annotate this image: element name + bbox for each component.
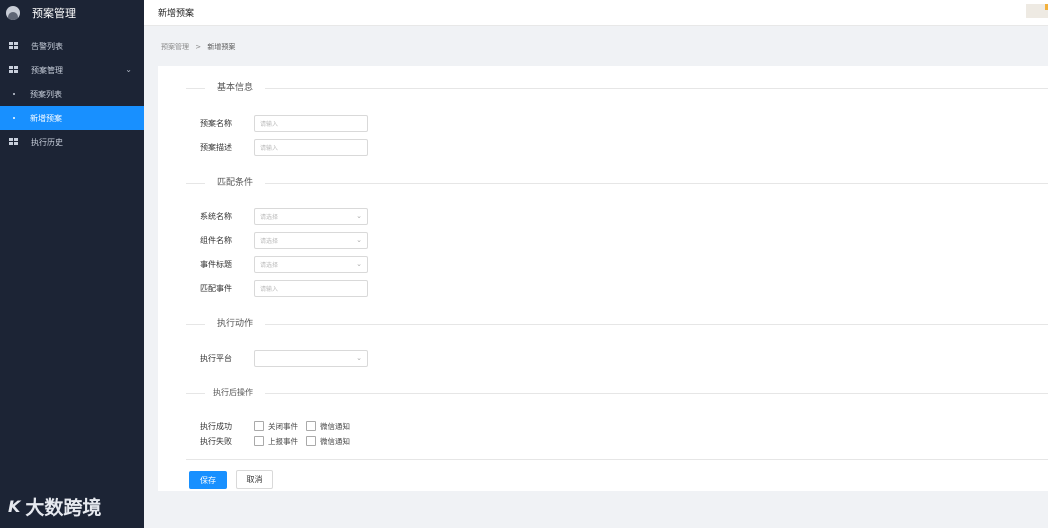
divider-line	[186, 183, 205, 184]
field-label: 组件名称	[200, 236, 232, 245]
sidebar-item-exec-history[interactable]: 执行历史	[0, 130, 144, 154]
divider-line	[265, 88, 1048, 89]
app-logo-icon	[6, 6, 20, 20]
field-match-event: 匹配事件 请输入	[200, 279, 368, 298]
divider-line	[265, 393, 1048, 394]
chevron-down-icon: ⌄	[356, 236, 362, 244]
section-title: 基本信息	[217, 83, 254, 93]
grid-icon	[9, 138, 18, 146]
after-ops-failure-row: 执行失败 上报事件 微信通知	[200, 435, 358, 447]
section-title: 执行动作	[217, 319, 254, 329]
section-basic-info: 基本信息	[186, 82, 1048, 94]
field-system-name: 系统名称 请选择 ⌄	[200, 207, 368, 226]
report-event-checkbox[interactable]: 上报事件	[254, 436, 298, 447]
checkbox-box[interactable]	[254, 421, 264, 431]
breadcrumb-separator: >	[195, 43, 202, 51]
after-ops-success-row: 执行成功 关闭事件 微信通知	[200, 420, 358, 432]
event-title-select[interactable]: 请选择 ⌄	[254, 256, 368, 273]
match-event-input[interactable]: 请输入	[254, 280, 368, 297]
close-event-checkbox[interactable]: 关闭事件	[254, 421, 298, 432]
breadcrumb-current: 新增预案	[207, 43, 236, 51]
system-name-select[interactable]: 请选择 ⌄	[254, 208, 368, 225]
plan-name-input[interactable]: 请输入	[254, 115, 368, 132]
field-event-title: 事件标题 请选择 ⌄	[200, 255, 368, 274]
brand-logo-icon: K	[8, 497, 20, 516]
sidebar-header: 预案管理	[0, 0, 144, 26]
sidebar-item-label: 预案列表	[30, 89, 62, 99]
field-plan-name: 预案名称 请输入	[200, 114, 368, 133]
page-title: 新增预案	[158, 9, 195, 19]
divider-line	[265, 183, 1048, 184]
top-bar: 新增预案	[144, 0, 1048, 26]
chevron-down-icon: ⌄	[356, 354, 362, 362]
wechat-notify-checkbox[interactable]: 微信通知	[306, 436, 350, 447]
chevron-down-icon: ⌄	[125, 65, 132, 74]
brand-watermark: K 大数跨境	[8, 493, 101, 520]
field-label: 执行成功	[200, 421, 232, 431]
section-exec-action: 执行动作	[186, 318, 1048, 330]
section-title: 匹配条件	[217, 178, 254, 188]
checkbox-box[interactable]	[306, 421, 316, 431]
breadcrumb-root[interactable]: 预案管理	[161, 43, 189, 51]
section-match-conditions: 匹配条件	[186, 177, 1048, 189]
field-label: 执行平台	[200, 354, 232, 363]
grid-icon	[9, 66, 18, 74]
field-label: 预案描述	[200, 143, 232, 152]
field-label: 匹配事件	[200, 284, 232, 293]
field-label: 系统名称	[200, 212, 232, 221]
sidebar-item-label: 告警列表	[31, 41, 63, 51]
divider-line	[265, 324, 1048, 325]
exec-platform-select[interactable]: ⌄	[254, 350, 368, 367]
avatar[interactable]	[1026, 4, 1048, 18]
wechat-notify-checkbox[interactable]: 微信通知	[306, 421, 350, 432]
sidebar-subitem-plan-list[interactable]: 预案列表	[0, 82, 144, 106]
sidebar-subitem-new-plan[interactable]: 新增预案	[0, 106, 144, 130]
grid-icon	[9, 42, 18, 50]
breadcrumb: 预案管理 > 新增预案	[161, 42, 235, 52]
sidebar-item-label: 预案管理	[31, 65, 63, 75]
sidebar: 预案管理 告警列表 预案管理 ⌄ 预案列表 新增预案 执行历史 K 大数跨境	[0, 0, 144, 528]
field-label: 预案名称	[200, 119, 232, 128]
section-title: 执行后操作	[213, 388, 253, 397]
divider-line	[186, 324, 205, 325]
checkbox-box[interactable]	[254, 436, 264, 446]
field-component-name: 组件名称 请选择 ⌄	[200, 231, 368, 250]
field-exec-platform: 执行平台 ⌄	[200, 349, 368, 368]
sidebar-item-alarm-list[interactable]: 告警列表	[0, 34, 144, 58]
divider-line	[186, 88, 205, 89]
form-divider	[186, 459, 1048, 460]
plan-desc-input[interactable]: 请输入	[254, 139, 368, 156]
section-after-ops: 执行后操作	[186, 387, 1048, 399]
field-label: 执行失败	[200, 436, 232, 446]
chevron-down-icon: ⌄	[356, 212, 362, 220]
cancel-button[interactable]: 取消	[236, 470, 273, 489]
chevron-down-icon: ⌄	[356, 260, 362, 268]
checkbox-box[interactable]	[306, 436, 316, 446]
divider-line	[186, 393, 205, 394]
form-panel: 基本信息 预案名称 请输入 预案描述 请输入 匹配条件 系统名称 请选择 ⌄ 组件…	[158, 66, 1048, 491]
bullet-icon	[13, 117, 15, 119]
save-button[interactable]: 保存	[189, 471, 227, 489]
sidebar-item-label: 执行历史	[31, 137, 63, 147]
app-title: 预案管理	[32, 7, 76, 20]
field-plan-desc: 预案描述 请输入	[200, 138, 368, 157]
brand-name: 大数跨境	[25, 497, 102, 519]
sidebar-item-label: 新增预案	[30, 113, 62, 123]
bullet-icon	[13, 93, 15, 95]
sidebar-item-plan-management[interactable]: 预案管理 ⌄	[0, 58, 144, 82]
component-name-select[interactable]: 请选择 ⌄	[254, 232, 368, 249]
field-label: 事件标题	[200, 260, 232, 269]
